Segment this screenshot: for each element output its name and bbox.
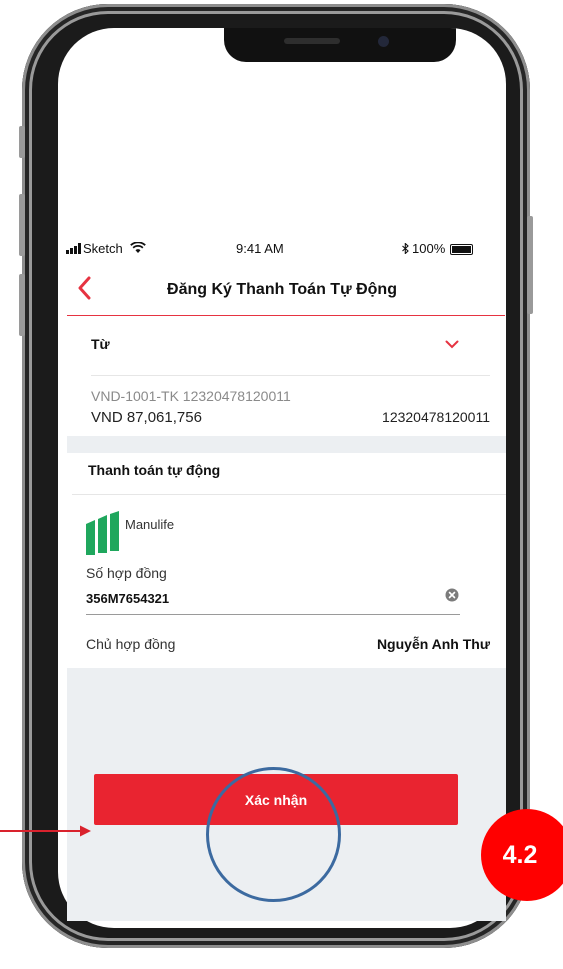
mute-switch bbox=[19, 126, 25, 158]
page-title: Đăng Ký Thanh Toán Tự Động bbox=[167, 281, 397, 298]
contract-number-label: Số hợp đồng bbox=[86, 565, 167, 581]
battery-icon bbox=[450, 244, 473, 255]
account-number: 12320478120011 bbox=[382, 409, 490, 425]
contract-holder-label: Chủ hợp đồng bbox=[86, 636, 176, 652]
contract-number-underline bbox=[86, 614, 460, 615]
chevron-down-icon[interactable] bbox=[445, 340, 459, 349]
power-button bbox=[527, 216, 533, 314]
speaker bbox=[284, 38, 340, 44]
notch bbox=[224, 28, 456, 62]
battery-percent: 100% bbox=[412, 241, 446, 256]
clear-icon[interactable] bbox=[445, 588, 459, 602]
pointer-arrow bbox=[0, 825, 91, 837]
highlight-circle bbox=[206, 767, 341, 902]
account-name: VND-1001-TK 12320478120011 bbox=[91, 388, 291, 404]
contract-holder-name: Nguyễn Anh Thư bbox=[376, 636, 490, 652]
account-balance: VND 87,061,756 bbox=[91, 409, 202, 426]
section-separator bbox=[67, 436, 506, 453]
provider-name: Manulife bbox=[125, 517, 175, 532]
divider bbox=[72, 494, 506, 495]
wifi-icon bbox=[130, 242, 146, 253]
contract-number-input[interactable]: 356M7654321 bbox=[86, 591, 169, 606]
volume-up-button bbox=[19, 194, 25, 256]
from-label: Từ bbox=[91, 336, 110, 352]
volume-down-button bbox=[19, 274, 25, 336]
manulife-logo-icon bbox=[86, 511, 119, 555]
bluetooth-icon bbox=[402, 243, 409, 254]
carrier-label: Sketch bbox=[83, 241, 123, 256]
status-time: 9:41 AM bbox=[236, 241, 284, 256]
front-camera bbox=[378, 36, 389, 47]
section-title: Thanh toán tự động bbox=[88, 462, 221, 478]
step-badge: 4.2 bbox=[481, 809, 563, 901]
divider bbox=[91, 375, 490, 376]
header-divider bbox=[67, 315, 505, 316]
